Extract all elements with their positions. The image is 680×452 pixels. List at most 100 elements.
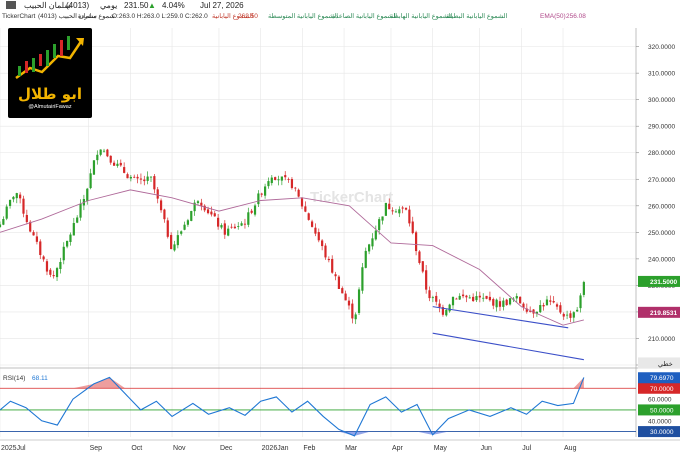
candle-body	[25, 214, 28, 223]
candle-body	[562, 313, 565, 317]
candle-body	[485, 295, 488, 299]
rsi-value: 68.11	[32, 375, 48, 382]
candle-body	[542, 304, 545, 307]
candle-body	[428, 290, 431, 299]
candle-body	[545, 299, 549, 306]
candle-body	[59, 261, 62, 269]
candle-body	[280, 176, 283, 181]
candle-body	[62, 246, 65, 261]
candle-body	[263, 186, 267, 196]
candle-body	[331, 258, 334, 273]
candle-body	[344, 293, 347, 301]
chart-canvas[interactable]: TickerChart 320.0000 310.0000 300.0000 290.…	[0, 0, 680, 452]
candle-body	[274, 177, 277, 180]
candle-body	[156, 189, 159, 199]
candle-body	[210, 211, 213, 215]
candle-body	[163, 209, 166, 220]
candle-body	[126, 174, 129, 179]
time-tick-label: Apr	[392, 445, 404, 452]
candle-body	[19, 194, 22, 199]
candle-body	[109, 155, 112, 163]
channel-logo: ابو طلال @AlmutairiFawaz	[8, 28, 92, 118]
candle-body	[230, 226, 233, 228]
candle-body	[431, 297, 434, 299]
candle-body	[304, 206, 307, 212]
candle-body	[237, 226, 240, 227]
candle-body	[287, 179, 290, 180]
price-tick-label: 280.0000	[648, 150, 675, 157]
candle-body	[475, 296, 478, 301]
candle-body	[69, 234, 72, 242]
candle-body	[45, 261, 49, 272]
candle-body	[539, 305, 542, 313]
candle-body	[438, 303, 441, 307]
rsi-tick-label: 40.0000	[648, 418, 672, 425]
candle-body	[257, 193, 260, 205]
candle-body	[176, 235, 179, 246]
candle-body	[384, 202, 387, 216]
candle-body	[502, 300, 505, 307]
candle-body	[310, 221, 314, 227]
price-badge-label: 231.5000	[650, 279, 677, 286]
price-tick-label: 300.0000	[648, 97, 675, 104]
candle-body	[247, 212, 250, 225]
rsi-level-label: 30.0000	[650, 429, 674, 436]
candle-body	[498, 301, 502, 307]
rsi-current-label: 79.6970	[650, 375, 674, 382]
candle-body	[321, 240, 324, 247]
logo-handle: @AlmutairiFawaz	[28, 104, 72, 110]
candle-body	[448, 304, 451, 312]
candle-body	[354, 314, 357, 320]
price-tick-label: 240.0000	[648, 256, 675, 263]
candle-body	[136, 176, 139, 179]
candle-body	[39, 241, 42, 256]
candle-body	[284, 175, 287, 178]
time-tick-label: Mar	[345, 445, 358, 452]
candle-body	[341, 288, 344, 294]
candle-body	[277, 179, 280, 181]
candle-body	[183, 224, 186, 230]
channel-trendline[interactable]	[432, 306, 569, 329]
time-tick-label: Jul	[522, 445, 531, 452]
time-tick-label: May	[434, 445, 448, 452]
candle-body	[8, 199, 12, 206]
candle-body	[260, 193, 263, 195]
candle-body	[445, 309, 448, 316]
time-tick-label: Oct	[131, 445, 142, 452]
candle-body	[398, 209, 401, 214]
candle-body	[196, 201, 200, 204]
candle-body	[401, 207, 404, 209]
candle-body	[300, 198, 304, 207]
price-tick-label: 270.0000	[648, 177, 675, 184]
candle-body	[72, 223, 75, 236]
candle-body	[569, 313, 572, 318]
candle-body	[2, 219, 5, 225]
candle-body	[92, 160, 96, 175]
candle-body	[492, 299, 495, 306]
candle-body	[559, 305, 562, 313]
candle-body	[139, 178, 143, 180]
candle-body	[425, 270, 428, 290]
candle-body	[519, 296, 522, 304]
candle-body	[458, 295, 461, 300]
candle-body	[324, 245, 327, 258]
candle-body	[99, 149, 102, 155]
price-tick-label: 310.0000	[648, 71, 675, 78]
rsi-overbought-fill	[109, 377, 126, 389]
price-tick-label: 250.0000	[648, 230, 675, 237]
candle-body	[565, 314, 569, 316]
candle-body	[478, 295, 481, 298]
candle-body	[243, 223, 247, 225]
candle-body	[35, 236, 39, 242]
channel-trendline[interactable]	[432, 332, 584, 361]
candle-body	[357, 289, 361, 313]
candle-body	[153, 176, 156, 190]
candle-body	[22, 198, 25, 214]
candle-body	[508, 298, 512, 305]
candle-body	[351, 303, 354, 319]
rsi-overbought-fill	[573, 377, 584, 389]
candle-body	[455, 298, 458, 300]
candle-body	[582, 282, 585, 295]
candle-body	[240, 223, 243, 226]
candle-body	[143, 179, 146, 182]
